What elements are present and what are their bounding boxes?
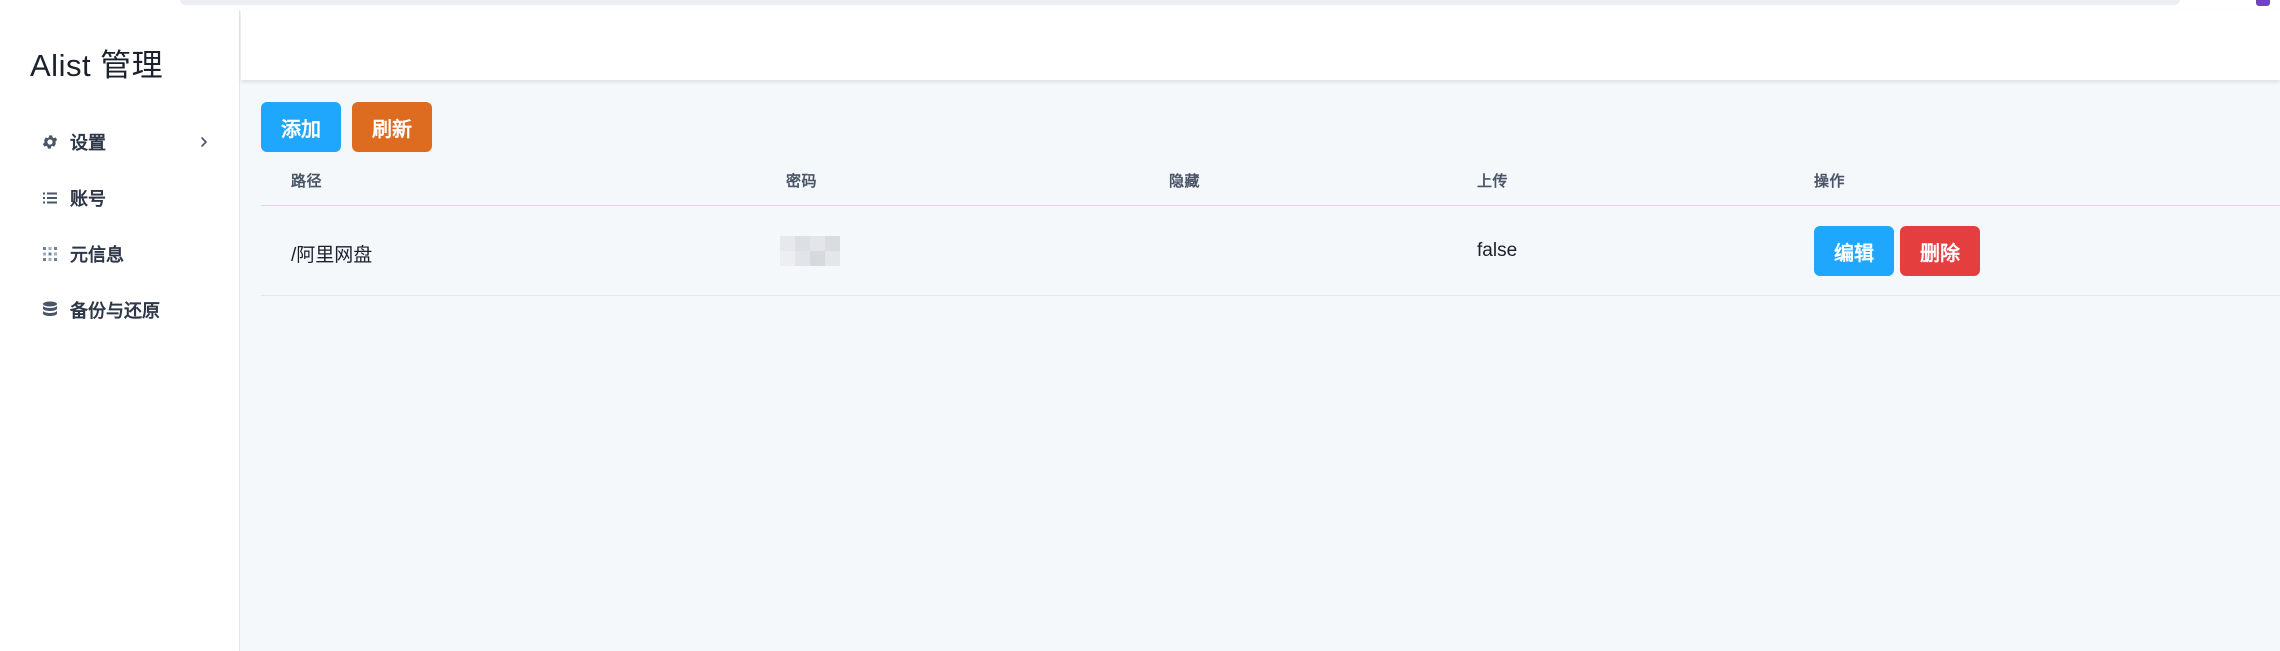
column-header-password: 密码 [786,173,818,190]
list-icon [40,188,60,208]
table-header: 路径 密码 隐藏 上传 操作 [261,164,2280,206]
top-header [241,10,2280,80]
sidebar-item-metadata[interactable]: 元信息 [0,226,240,282]
delete-button[interactable]: 删除 [1900,226,1980,276]
cell-upload: false [1477,240,1518,261]
toolbar: 添加 刷新 [261,102,2280,152]
sidebar-item-label: 元信息 [70,245,124,265]
row-actions: 编辑 删除 [1814,226,1980,276]
grid-icon [40,244,60,264]
gear-icon [40,132,60,152]
address-bar-edge[interactable] [180,0,2180,5]
storage-table: 路径 密码 隐藏 上传 操作 /阿里网盘 false 编辑 删除 [261,164,2280,296]
refresh-button[interactable]: 刷新 [352,102,432,152]
sidebar-item-settings[interactable]: 设置 [0,114,240,170]
column-header-actions: 操作 [1814,173,1846,190]
edit-button[interactable]: 编辑 [1814,226,1894,276]
sidebar-item-label: 设置 [70,133,106,153]
column-header-upload: 上传 [1477,173,1509,190]
sidebar-item-accounts[interactable]: 账号 [0,170,240,226]
column-header-path: 路径 [291,173,323,190]
table-row: /阿里网盘 false 编辑 删除 [261,206,2280,296]
chevron-right-icon [194,132,214,152]
column-header-hidden: 隐藏 [1169,173,1201,190]
sidebar: Alist 管理 设置 账号 元信息 备份与还原 [0,10,240,651]
app-title: Alist 管理 [30,48,164,83]
sidebar-nav: 设置 账号 元信息 备份与还原 [0,114,240,338]
cell-password-redacted [780,236,840,266]
sidebar-item-backup-restore[interactable]: 备份与还原 [0,282,240,338]
browser-extension-icon[interactable] [2256,0,2270,6]
main-content: 添加 刷新 路径 密码 隐藏 上传 操作 /阿里网盘 false 编辑 删除 [261,102,2280,296]
sidebar-item-label: 备份与还原 [70,301,160,321]
browser-chrome-strip [0,0,2280,10]
cell-path: /阿里网盘 [291,245,373,266]
sidebar-item-label: 账号 [70,189,106,209]
add-button[interactable]: 添加 [261,102,341,152]
database-icon [40,300,60,320]
